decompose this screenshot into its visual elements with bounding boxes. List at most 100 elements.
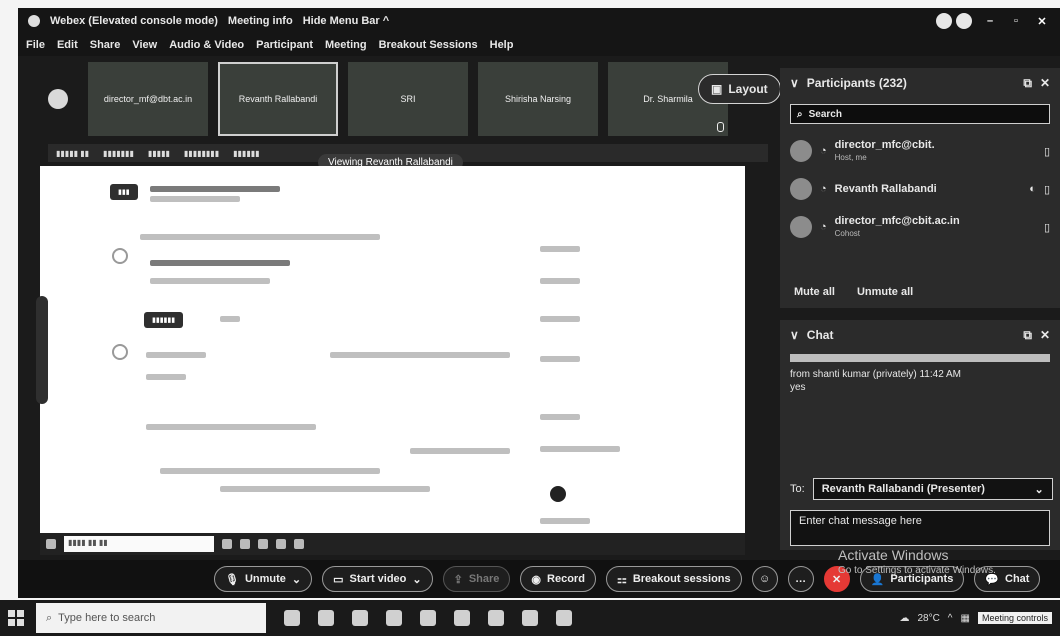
search-icon: ⌕ (797, 108, 803, 120)
close-icon[interactable]: ✕ (1040, 76, 1050, 90)
menu-audio-video[interactable]: Audio & Video (169, 39, 244, 51)
edge-icon[interactable] (318, 610, 334, 626)
menu-share[interactable]: Share (90, 39, 121, 51)
unmute-all-button[interactable]: Unmute all (857, 286, 913, 298)
menu-view[interactable]: View (132, 39, 157, 51)
to-label: To: (790, 483, 805, 495)
thumbnail-label: Revanth Rallabandi (238, 94, 318, 104)
menu-help[interactable]: Help (490, 39, 514, 51)
app-icon[interactable] (454, 610, 470, 626)
thumbnail-label: director_mf@dbt.ac.in (103, 94, 193, 104)
participants-panel: ∨ Participants (232) ⧉ ✕ ⌕ Search ◔ dire… (780, 68, 1060, 308)
chat-message-input[interactable]: Enter chat message here (790, 510, 1050, 546)
shared-text-line (330, 352, 510, 358)
microphone-icon (717, 122, 724, 132)
shared-text-line (146, 374, 186, 380)
collapse-chevron-icon[interactable]: ∨ (790, 328, 799, 342)
menu-edit[interactable]: Edit (57, 39, 78, 51)
participant-row[interactable]: ◔ Revanth Rallabandi ◐ ▯ (780, 170, 1060, 208)
taskbar-search-placeholder: Type here to search (58, 612, 156, 624)
hide-menu-bar-link[interactable]: Hide Menu Bar ^ (303, 15, 390, 27)
unmute-button[interactable]: 🎙 Unmute ⌄ (214, 566, 313, 592)
start-video-button[interactable]: ▭ Start video ⌄ (322, 566, 433, 592)
app-icon[interactable] (556, 610, 572, 626)
shared-screen-content: ▮▮▮ ▮▮▮▮▮▮ (40, 166, 745, 551)
more-icon: … (795, 573, 807, 585)
task-view-icon[interactable] (284, 610, 300, 626)
collapse-chevron-icon[interactable]: ∨ (790, 76, 799, 90)
shared-text-line (540, 446, 620, 452)
shared-text-line (150, 260, 290, 266)
chat-message-meta: from shanti kumar (privately) 11:42 AM (790, 369, 961, 380)
audio-icon: ◔ (820, 145, 827, 157)
shared-text-line (410, 448, 510, 454)
floating-side-handle[interactable] (36, 296, 48, 404)
microphone-icon[interactable]: ▯ (1044, 145, 1050, 158)
menu-participant[interactable]: Participant (256, 39, 313, 51)
chrome-icon[interactable] (420, 610, 436, 626)
shared-text-line (150, 196, 240, 202)
webex-taskbar-icon[interactable] (522, 610, 538, 626)
menu-breakout[interactable]: Breakout Sessions (379, 39, 478, 51)
popout-icon[interactable]: ⧉ (1023, 328, 1032, 343)
taskbar-search-input[interactable]: ⌕ Type here to search (36, 603, 266, 633)
layout-button[interactable]: ▣ Layout (698, 74, 781, 104)
breakout-sessions-button[interactable]: ⚏ Breakout sessions (605, 566, 742, 592)
popout-icon[interactable]: ⧉ (1023, 76, 1032, 91)
shared-text-line (146, 424, 316, 430)
participant-role: Cohost (834, 228, 861, 238)
thumbnail-2[interactable]: SRI (348, 62, 468, 136)
more-options-button[interactable]: … (787, 566, 814, 592)
close-icon[interactable]: ✕ (1040, 328, 1050, 342)
participant-name: director_mfc@cbit.ac.in Cohost (835, 215, 1036, 240)
folder-icon[interactable] (488, 610, 504, 626)
close-icon[interactable]: ✕ (1034, 15, 1050, 28)
mute-all-button[interactable]: Mute all (794, 286, 835, 298)
menu-file[interactable]: File (26, 39, 45, 51)
chevron-down-icon: ⌄ (412, 573, 422, 586)
record-icon: ◉ (531, 573, 542, 586)
smiley-icon: ☺ (759, 573, 771, 585)
participant-row[interactable]: ◔ director_mfc@cbit. Host, me ▯ (780, 132, 1060, 170)
windows-start-icon-tile (8, 619, 15, 626)
participant-search-input[interactable]: ⌕ Search (790, 104, 1050, 124)
share-button[interactable]: ⇪ Share (442, 566, 511, 592)
participant-row[interactable]: ◔ director_mfc@cbit.ac.in Cohost ▯ (780, 208, 1060, 246)
windows-start-icon[interactable] (8, 610, 24, 626)
windows-icon (46, 539, 56, 549)
tray-chevron-icon[interactable]: ^ (948, 613, 953, 624)
thumbnail-0[interactable]: director_mf@dbt.ac.in (88, 62, 208, 136)
shared-tab: ▮▮▮▮▮ (147, 148, 170, 158)
status-icon (936, 13, 952, 29)
chat-message: from shanti kumar (privately) 11:42 AM y… (790, 368, 1050, 394)
meeting-info-link[interactable]: Meeting info (228, 15, 293, 27)
shared-text-line (540, 278, 580, 284)
windows-start-icon-tile (17, 619, 24, 626)
maximize-icon[interactable]: ▫ (1008, 15, 1024, 27)
app-icon (294, 539, 304, 549)
record-button[interactable]: ◉ Record (520, 566, 596, 592)
self-avatar[interactable] (48, 89, 68, 109)
store-icon[interactable] (386, 610, 402, 626)
microphone-icon[interactable]: ▯ (1044, 221, 1050, 234)
thumbnail-1[interactable]: Revanth Rallabandi (218, 62, 338, 136)
minimize-icon[interactable]: – (982, 15, 998, 27)
temperature: 28°C (917, 612, 940, 624)
chat-header: ∨ Chat ⧉ ✕ (780, 320, 1060, 350)
app-icon (258, 539, 268, 549)
thumbnail-3[interactable]: Shirisha Narsing (478, 62, 598, 136)
avatar (790, 178, 812, 200)
reactions-button[interactable]: ☺ (751, 566, 778, 592)
menu-meeting[interactable]: Meeting (325, 39, 367, 51)
thumbnail-label: Dr. Sharmila (643, 94, 693, 104)
video-thumbnails: director_mf@dbt.ac.in Revanth Rallabandi… (48, 58, 728, 140)
recipient-select[interactable]: Revanth Rallabandi (Presenter) ⌄ (812, 478, 1053, 500)
microphone-icon[interactable]: ▯ (1044, 183, 1050, 196)
activate-windows-watermark: Activate Windows Go to Settings to activ… (838, 548, 996, 578)
participant-actions: Mute all Unmute all (794, 286, 913, 298)
watermark-subtitle: Go to Settings to activate Windows. (838, 565, 996, 576)
network-icon[interactable]: ▦ (961, 613, 970, 624)
search-icon: ⌕ (46, 611, 53, 624)
mail-icon[interactable] (352, 610, 368, 626)
shared-avatar (112, 344, 128, 360)
